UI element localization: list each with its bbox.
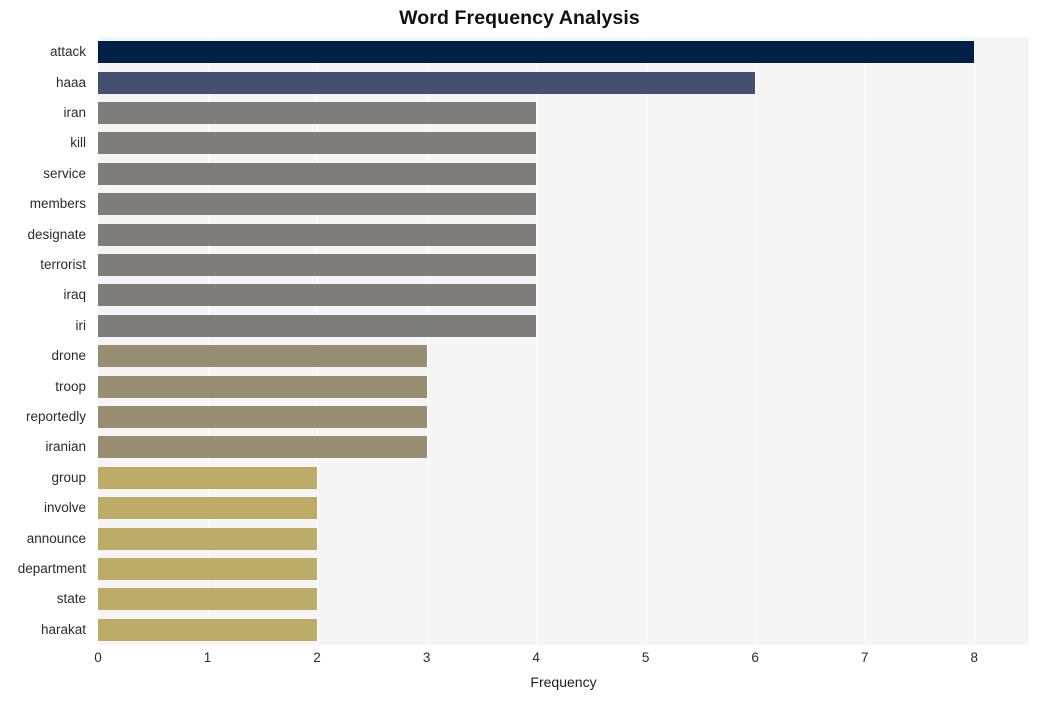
bar-iraq[interactable]: [98, 284, 537, 307]
bar-row: [98, 254, 1029, 276]
bar-row: [98, 618, 1029, 641]
y-tick-label-iri: iri: [75, 317, 87, 333]
x-tick-label-3: 3: [422, 650, 431, 665]
bar-group[interactable]: [98, 466, 318, 489]
bar-haaa[interactable]: [98, 71, 756, 94]
y-tick-label-harakat: harakat: [40, 621, 86, 637]
x-axis-title: Frequency: [530, 674, 597, 690]
plot-area: [98, 37, 1029, 645]
x-tick-label-1: 1: [203, 650, 212, 665]
bar-involve[interactable]: [98, 497, 318, 520]
bar-announce[interactable]: [98, 527, 318, 550]
x-tick-label-5: 5: [641, 650, 650, 665]
y-tick-label-state: state: [56, 591, 86, 607]
bar-harakat[interactable]: [98, 618, 318, 641]
y-axis-labels: attack haaa iran kill service members designat…: [0, 37, 92, 645]
y-tick-label-troop: troop: [55, 378, 86, 394]
y-tick-label-iraq: iraq: [63, 287, 86, 303]
bar-row: [98, 436, 1029, 459]
y-tick-label-announce: announce: [26, 530, 86, 546]
bar-row: [98, 406, 1029, 428]
y-tick-label-service: service: [43, 165, 86, 181]
x-tick-label-8: 8: [970, 650, 978, 665]
bar-drone[interactable]: [98, 345, 427, 368]
x-tick-label-2: 2: [313, 650, 321, 665]
bar-terrorist[interactable]: [98, 254, 537, 276]
x-axis-ticks: 0 1 2 3 4 5 6 7 8: [94, 645, 1029, 675]
bar-iranian[interactable]: [98, 436, 427, 459]
bar-row: [98, 132, 1029, 155]
y-tick-label-terrorist: terrorist: [40, 257, 86, 272]
bar-row: [98, 558, 1029, 580]
chart-title: Word Frequency Analysis: [399, 7, 640, 29]
bar-iran[interactable]: [98, 102, 537, 124]
x-tick-label-4: 4: [532, 650, 540, 665]
bar-row: [98, 527, 1029, 550]
y-tick-label-kill: kill: [70, 135, 86, 151]
y-tick-label-reportedly: reportedly: [25, 409, 86, 424]
x-tick-label-7: 7: [860, 650, 869, 665]
bar-row: [98, 193, 1029, 216]
y-tick-label-designate: designate: [27, 226, 86, 242]
y-tick-label-involve: involve: [43, 500, 86, 516]
bar-row: [98, 588, 1029, 611]
word-frequency-chart: Word Frequency Analysis attack haaa iran ki…: [0, 0, 1039, 701]
bar-reportedly[interactable]: [98, 406, 427, 428]
bar-row: [98, 162, 1029, 185]
y-tick-label-drone: drone: [51, 348, 86, 364]
y-tick-label-iranian: iranian: [45, 439, 86, 455]
bar-row: [98, 41, 1029, 64]
bar-designate[interactable]: [98, 223, 537, 246]
y-tick-label-iran: iran: [63, 105, 86, 120]
bar-iri[interactable]: [98, 314, 537, 337]
x-tick-label-6: 6: [751, 650, 759, 665]
bar-row: [98, 497, 1029, 520]
bar-row: [98, 375, 1029, 398]
bar-row: [98, 345, 1029, 368]
x-tick-label-0: 0: [94, 650, 102, 665]
bar-troop[interactable]: [98, 375, 427, 398]
bar-row: [98, 284, 1029, 307]
bar-row: [98, 314, 1029, 337]
bar-members[interactable]: [98, 193, 537, 216]
bar-row: [98, 466, 1029, 489]
bar-row: [98, 102, 1029, 124]
bar-row: [98, 223, 1029, 246]
bar-service[interactable]: [98, 162, 537, 185]
y-tick-label-attack: attack: [49, 44, 86, 60]
y-tick-label-department: department: [17, 561, 86, 576]
bar-attack[interactable]: [98, 41, 975, 64]
bar-row: [98, 71, 1029, 94]
y-tick-label-haaa: haaa: [55, 74, 86, 90]
bar-kill[interactable]: [98, 132, 537, 155]
bar-state[interactable]: [98, 588, 318, 611]
bar-department[interactable]: [98, 558, 318, 580]
y-tick-label-group: group: [51, 469, 86, 485]
y-tick-label-members: members: [29, 196, 86, 212]
bars-layer: [98, 37, 1029, 645]
